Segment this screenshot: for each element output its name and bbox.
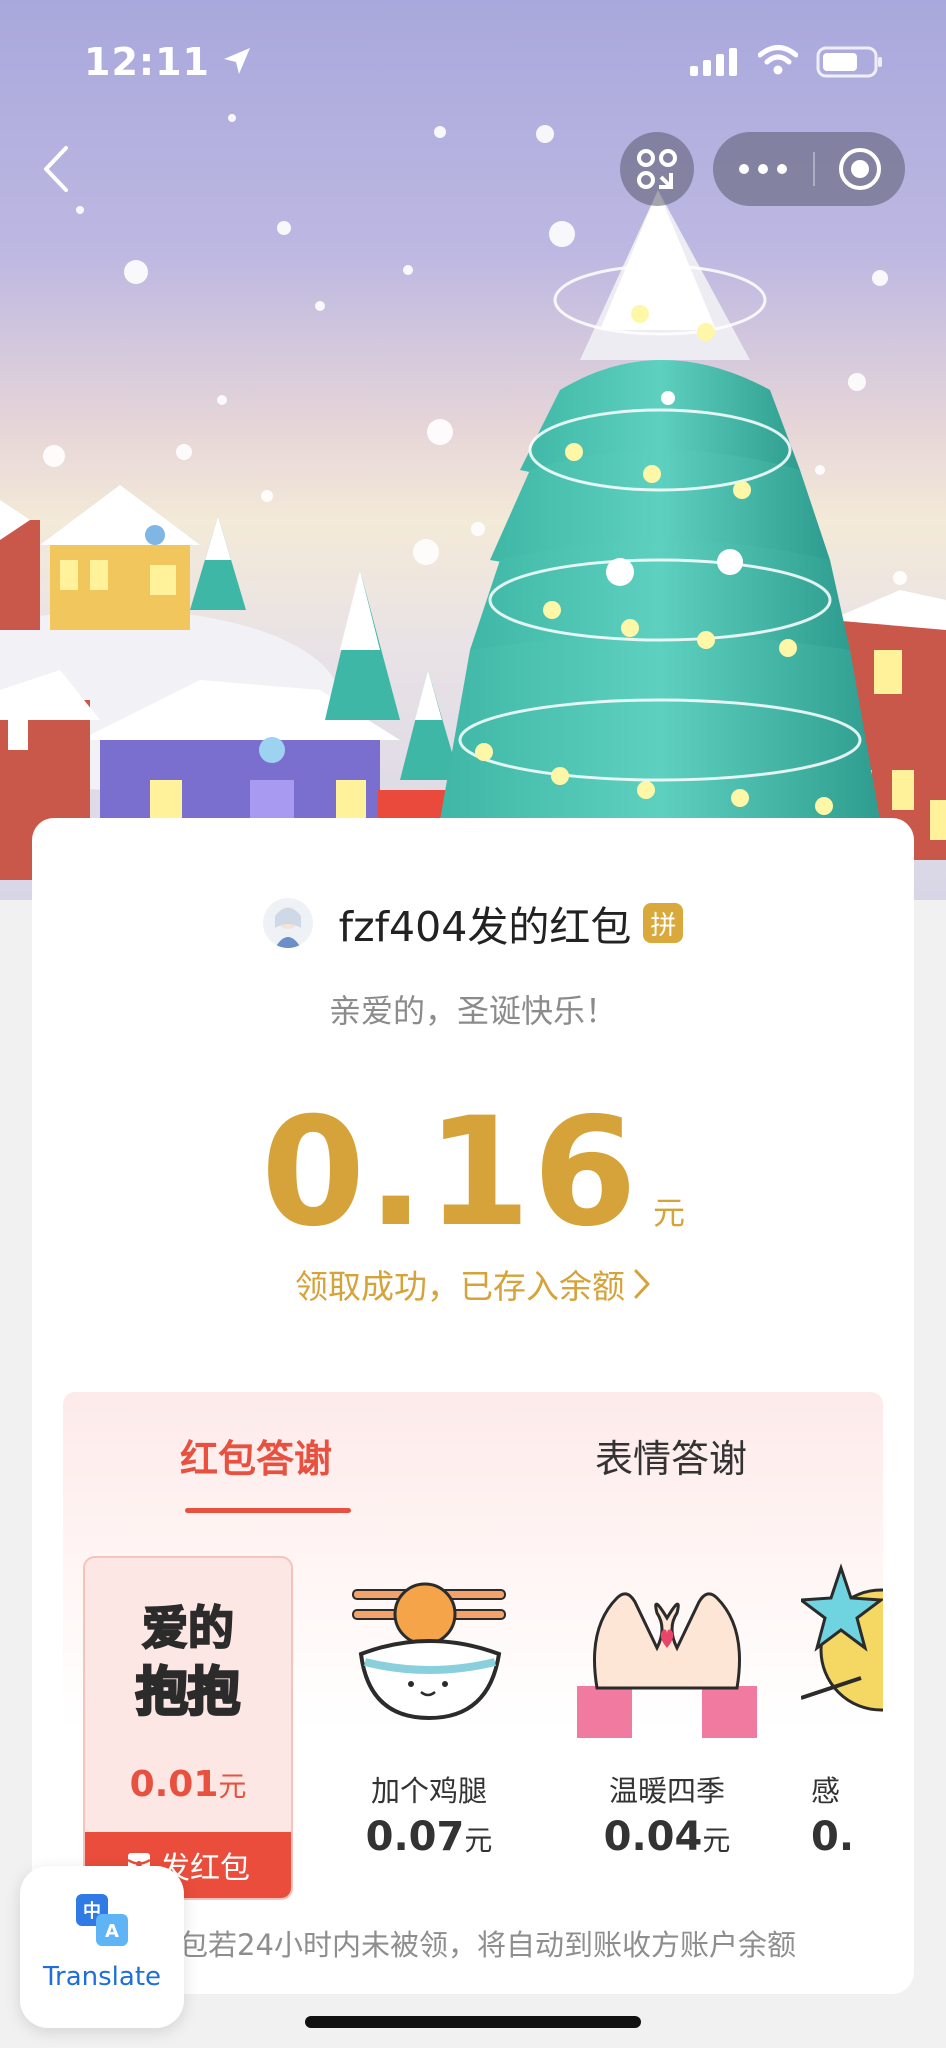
gift-price-unit: 元: [218, 1770, 247, 1803]
sender-row: fzf404发的红包 拼: [32, 888, 914, 958]
gift-list: 爱的 抱抱 0.01元 发红包 加个鸡腿 0.07元 温暖四季 0.04元 感 …: [63, 1552, 883, 1912]
home-indicator: [305, 2016, 641, 2028]
gift-item-hug[interactable]: 爱的 抱抱 0.01元 发红包: [83, 1556, 293, 1900]
translate-label: Translate: [42, 1962, 162, 1992]
capsule-divider: [813, 152, 815, 186]
scan-button[interactable]: [620, 132, 694, 206]
gift-name: 温暖四季: [608, 1774, 725, 1808]
tab-sticker-thanks[interactable]: 表情答谢: [595, 1428, 747, 1483]
close-miniprogram-button[interactable]: [817, 132, 903, 206]
gift-price-value: 0.04: [603, 1814, 703, 1860]
amount-row: 0.16 元: [32, 1098, 914, 1248]
balance-link[interactable]: 领取成功，已存入余额: [32, 1260, 914, 1308]
back-button[interactable]: [30, 134, 80, 204]
avatar[interactable]: [262, 898, 313, 948]
hug-sticker-icon: 爱的 抱抱: [134, 1600, 241, 1722]
amount-unit: 元: [653, 1194, 686, 1232]
battery-icon: [816, 46, 882, 78]
more-dots-icon: [739, 164, 787, 174]
status-bar: 12:11: [0, 0, 946, 120]
sender-title: fzf404发的红包: [338, 903, 632, 951]
heart-hands-icon: [577, 1592, 757, 1738]
gift-item-partial[interactable]: 感 0.: [801, 1552, 883, 1902]
wifi-icon: [758, 45, 798, 75]
gift-price: 0.07元: [325, 1814, 533, 1860]
location-arrow-icon: [224, 48, 250, 74]
gift-name: 感: [811, 1774, 841, 1808]
svg-text:A: A: [105, 1921, 119, 1942]
red-packet-card: fzf404发的红包 拼 亲爱的，圣诞快乐！ 0.16 元 领取成功，已存入余额…: [32, 818, 914, 1994]
tab-red-packet-thanks[interactable]: 红包答谢: [180, 1428, 332, 1483]
gift-name: 加个鸡腿: [370, 1774, 487, 1808]
chevron-left-icon: [44, 146, 68, 192]
miniprogram-capsule: [713, 132, 905, 206]
status-time: 12:11: [84, 40, 210, 84]
more-button[interactable]: [713, 132, 813, 206]
target-circle-icon: [839, 148, 881, 190]
gift-price: 0.: [811, 1814, 855, 1860]
anime-avatar-icon: [274, 907, 301, 948]
balance-link-label: 领取成功，已存入余额: [295, 1267, 625, 1306]
gift-price-unit: 元: [464, 1824, 493, 1857]
gift-item-drumstick[interactable]: 加个鸡腿 0.07元: [325, 1552, 533, 1902]
gift-price-value: 0.01: [129, 1764, 219, 1805]
active-tab-indicator: [185, 1508, 351, 1513]
svg-text:抱抱: 抱抱: [136, 1663, 240, 1722]
greeting-message: 亲爱的，圣诞快乐！: [328, 992, 617, 1030]
gift-item-warm-seasons[interactable]: 温暖四季 0.04元: [563, 1552, 771, 1902]
rice-bowl-drumstick-icon: [352, 1582, 506, 1721]
gift-price: 0.04元: [563, 1814, 771, 1860]
received-amount: 0.16: [260, 1086, 640, 1260]
thanks-panel: 红包答谢 表情答谢 爱的 抱抱 0.01元 发红包 加个鸡腿 0.07元 温暖四…: [63, 1392, 883, 1952]
svg-text:爱的: 爱的: [142, 1601, 234, 1655]
scan-icon: [637, 149, 677, 189]
gift-price: 0.01元: [85, 1764, 291, 1805]
translate-icon: 中 A: [76, 1894, 128, 1946]
pin-badge: 拼: [643, 903, 684, 943]
chevron-right-icon: [634, 1269, 650, 1299]
gift-price-unit: 元: [702, 1824, 731, 1857]
star-sticker-icon: [801, 1563, 883, 1712]
cellular-signal-icon: [690, 48, 737, 76]
gift-price-value: 0.07: [365, 1814, 465, 1860]
translate-button[interactable]: 中 A Translate: [20, 1866, 184, 2028]
